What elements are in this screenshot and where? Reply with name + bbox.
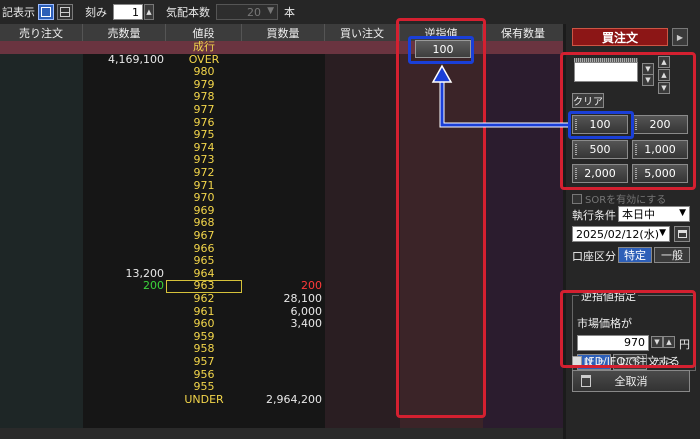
callout-arrow	[431, 64, 568, 128]
